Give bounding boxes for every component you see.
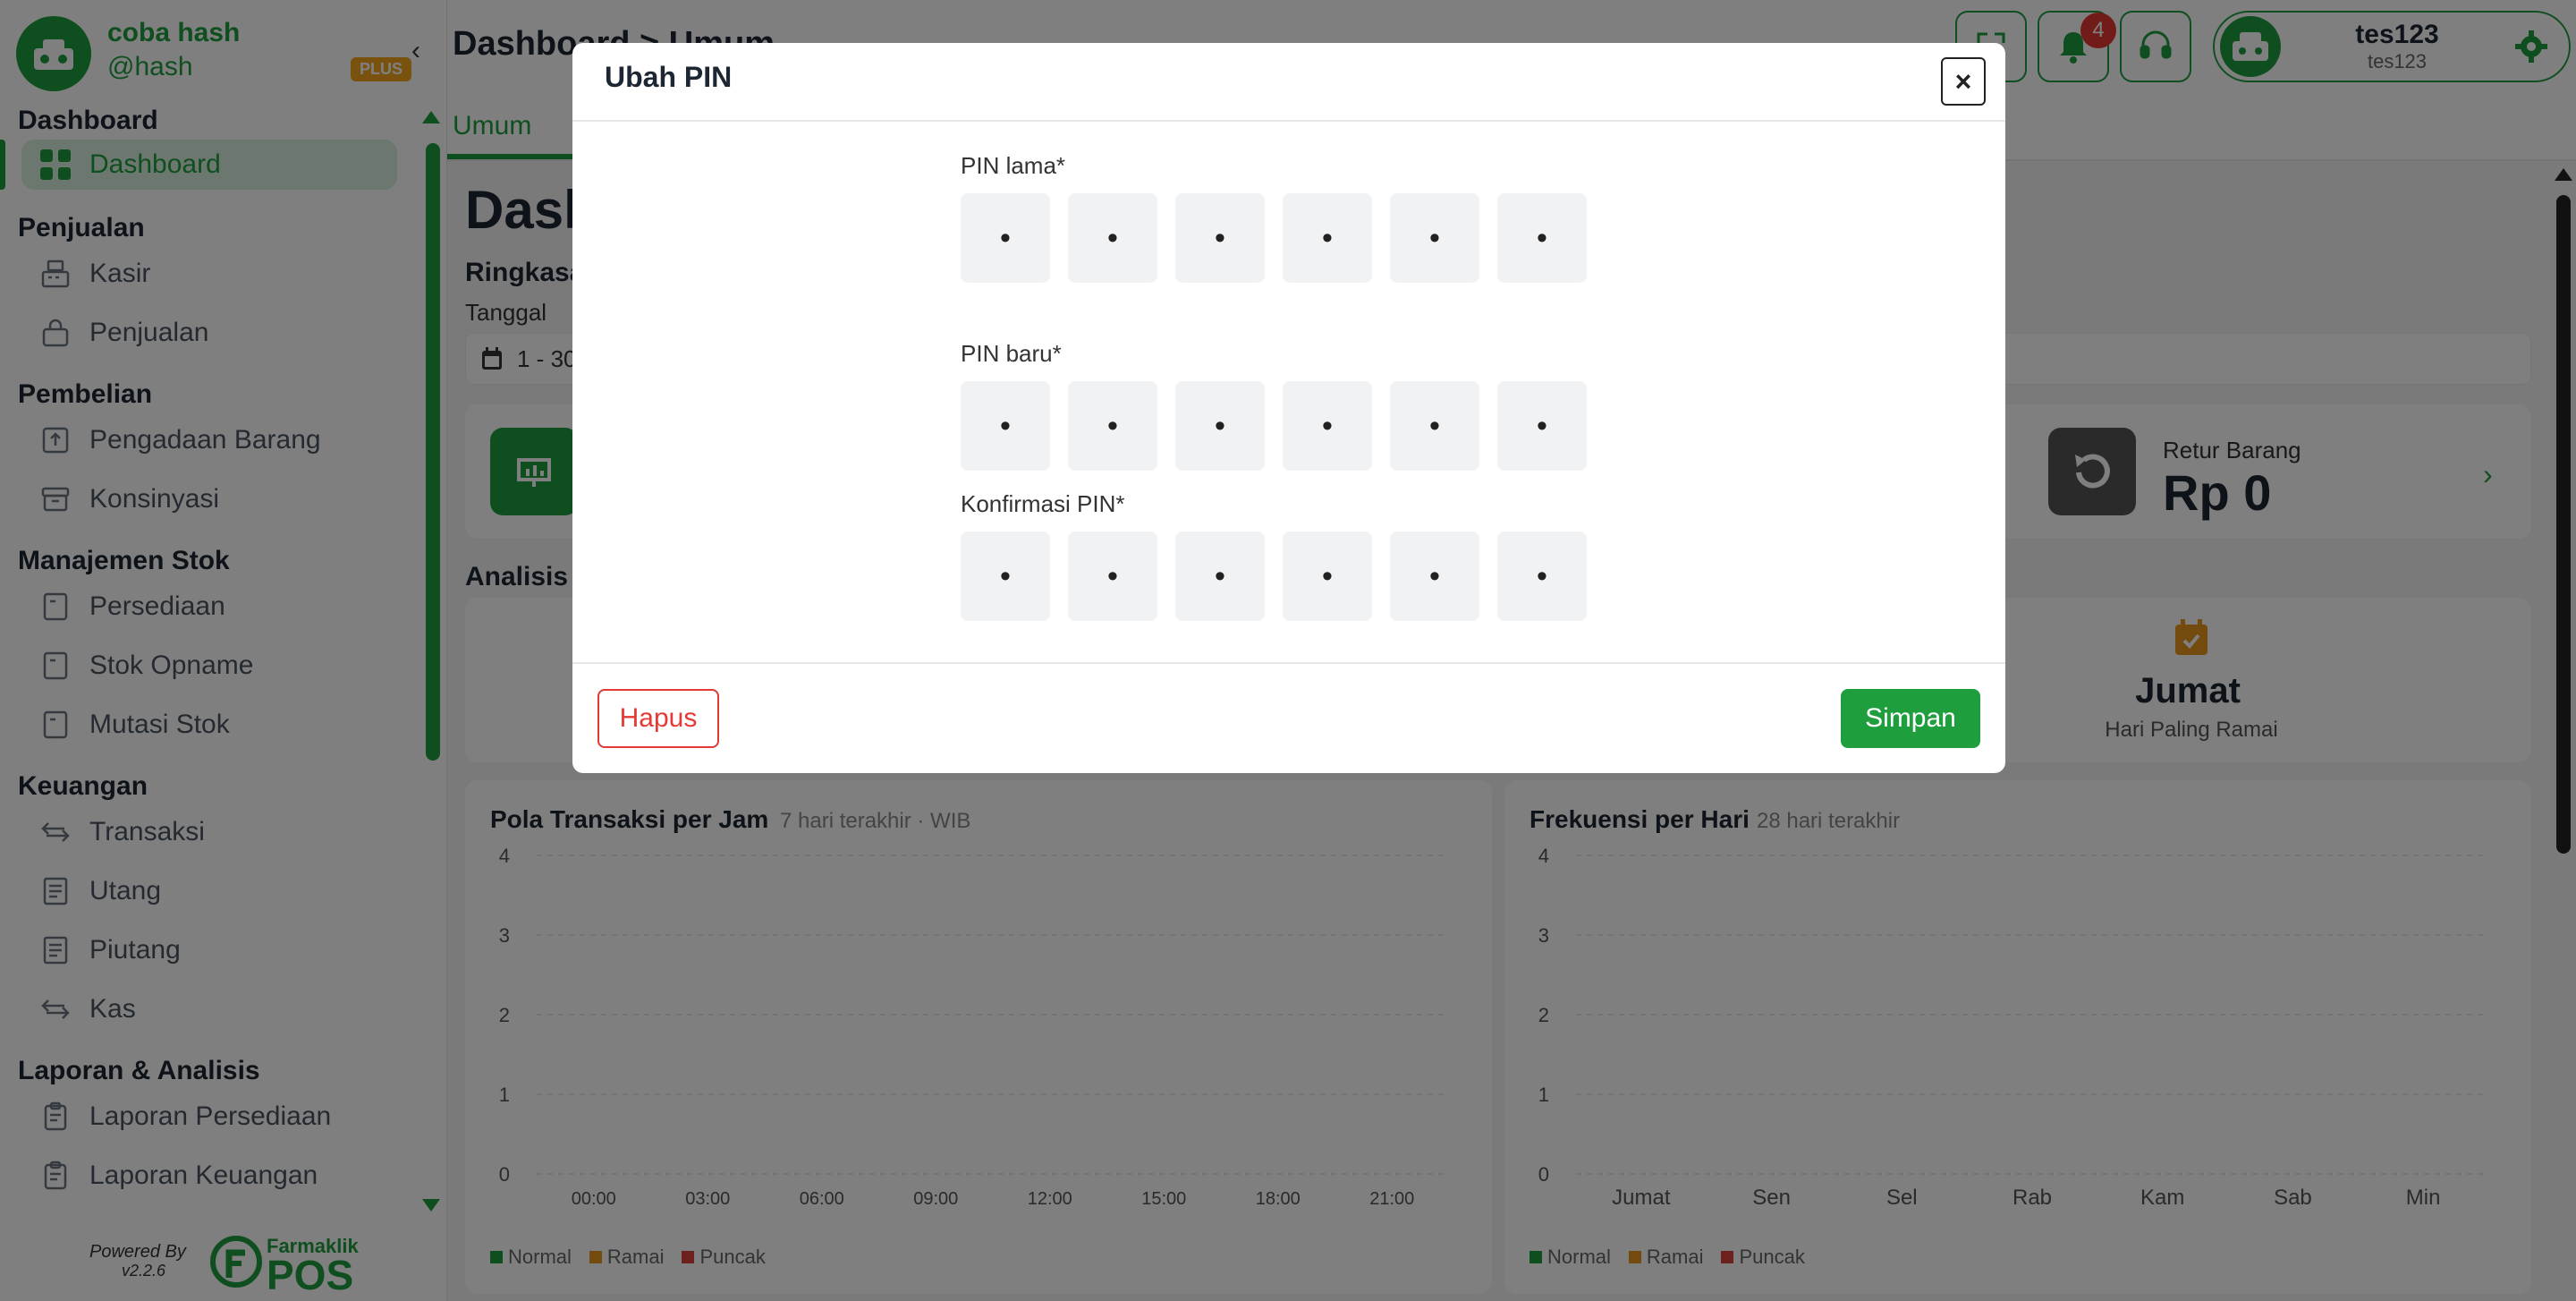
modal-footer-divider xyxy=(572,662,2005,664)
pin-baru-digit-2[interactable]: • xyxy=(1068,381,1157,471)
pin-lama-digit-6[interactable]: • xyxy=(1497,193,1587,283)
ubah-pin-modal: Ubah PIN × PIN lama* • • • • • • PIN bar… xyxy=(572,43,2005,773)
konfirmasi-digit-6[interactable]: • xyxy=(1497,531,1587,621)
pin-lama-digit-1[interactable]: • xyxy=(961,193,1050,283)
konfirmasi-digit-4[interactable]: • xyxy=(1283,531,1372,621)
konfirmasi-pin-inputs: • • • • • • xyxy=(961,531,1587,621)
konfirmasi-pin-label: Konfirmasi PIN* xyxy=(961,490,1125,517)
pin-lama-digit-5[interactable]: • xyxy=(1390,193,1479,283)
konfirmasi-digit-3[interactable]: • xyxy=(1175,531,1265,621)
pin-baru-inputs: • • • • • • xyxy=(961,381,1587,471)
pin-baru-digit-4[interactable]: • xyxy=(1283,381,1372,471)
konfirmasi-digit-5[interactable]: • xyxy=(1390,531,1479,621)
modal-header-divider xyxy=(572,120,2005,122)
hapus-button[interactable]: Hapus xyxy=(597,689,719,748)
pin-lama-digit-4[interactable]: • xyxy=(1283,193,1372,283)
pin-lama-label: PIN lama* xyxy=(961,152,1066,179)
pin-lama-digit-3[interactable]: • xyxy=(1175,193,1265,283)
modal-title: Ubah PIN xyxy=(605,61,733,93)
pin-baru-digit-5[interactable]: • xyxy=(1390,381,1479,471)
pin-baru-label: PIN baru* xyxy=(961,340,1062,367)
konfirmasi-digit-1[interactable]: • xyxy=(961,531,1050,621)
pin-baru-digit-3[interactable]: • xyxy=(1175,381,1265,471)
pin-baru-digit-6[interactable]: • xyxy=(1497,381,1587,471)
simpan-button[interactable]: Simpan xyxy=(1841,689,1980,748)
close-button[interactable]: × xyxy=(1941,57,1986,106)
pin-baru-digit-1[interactable]: • xyxy=(961,381,1050,471)
close-icon: × xyxy=(1954,64,1972,98)
pin-lama-digit-2[interactable]: • xyxy=(1068,193,1157,283)
konfirmasi-digit-2[interactable]: • xyxy=(1068,531,1157,621)
pin-lama-inputs: • • • • • • xyxy=(961,193,1587,283)
